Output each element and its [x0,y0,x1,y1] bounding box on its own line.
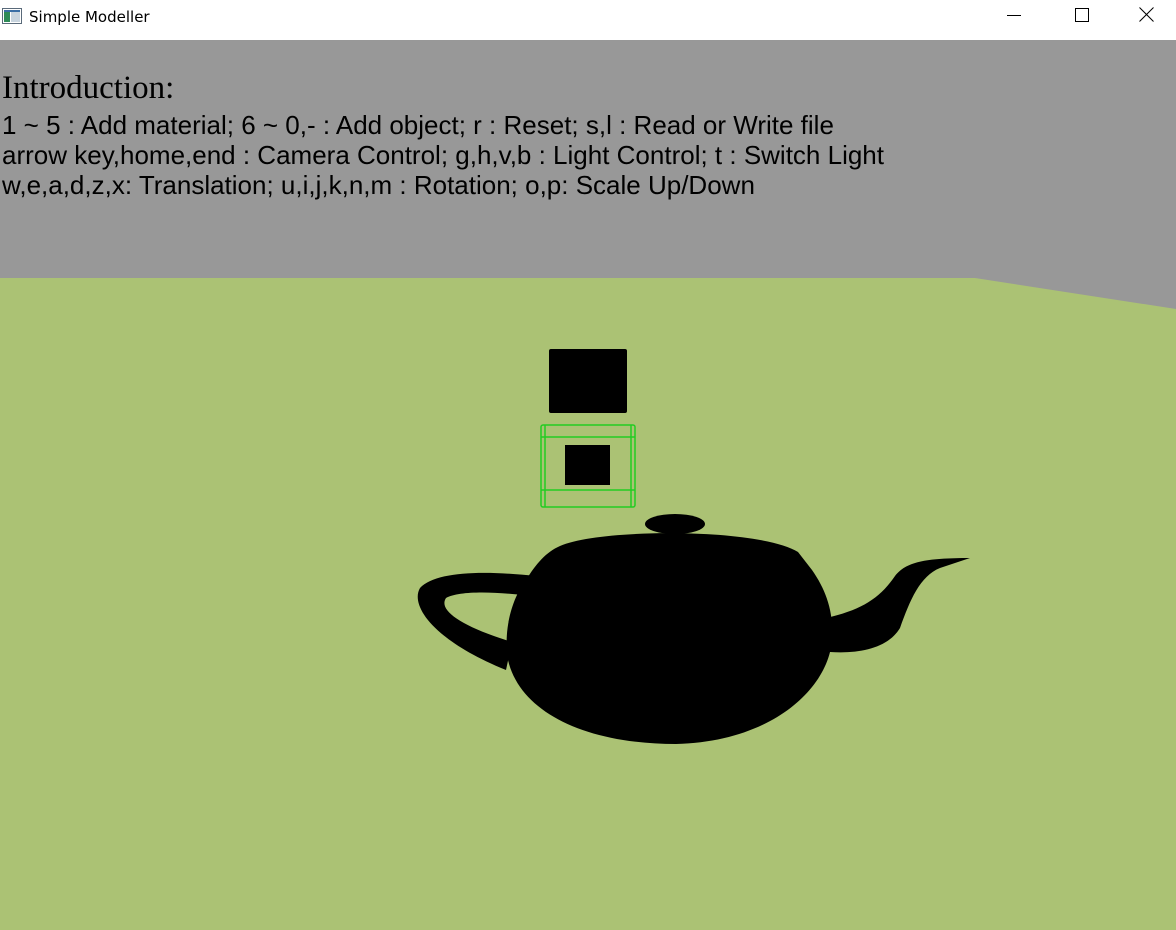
window-title: Simple Modeller [29,8,150,26]
app-window: Simple Modeller Introduction: 1 ~ 5: Ad… [0,0,1176,930]
close-button[interactable] [1117,0,1176,33]
cube-object[interactable] [549,349,627,413]
maximize-icon [1075,7,1089,26]
instruction-line-materials: 1 ~ 5 : Add material; 6 ~ 0,- : Add obje… [2,110,834,140]
selected-cube-object[interactable] [565,445,610,485]
instruction-line-transform: w,e,a,d,z,x: Translation; u,i,j,k,n,m : … [2,170,755,200]
minimize-icon [1007,7,1021,26]
close-icon [1139,7,1154,26]
maximize-button[interactable] [1047,0,1117,33]
title-bar[interactable]: Simple Modeller [0,0,1176,40]
opengl-window-icon [2,8,22,24]
introduction-overlay: Introduction: 1 ~ 5 : Add material; 6 ~ … [2,68,884,200]
opengl-viewport[interactable]: Introduction: 1 ~ 5 : Add material; 6 ~ … [0,40,1176,930]
minimize-button[interactable] [979,0,1049,33]
instruction-line-camera: arrow key,home,end : Camera Control; g,h… [2,140,884,170]
introduction-heading: Introduction: [2,70,175,106]
